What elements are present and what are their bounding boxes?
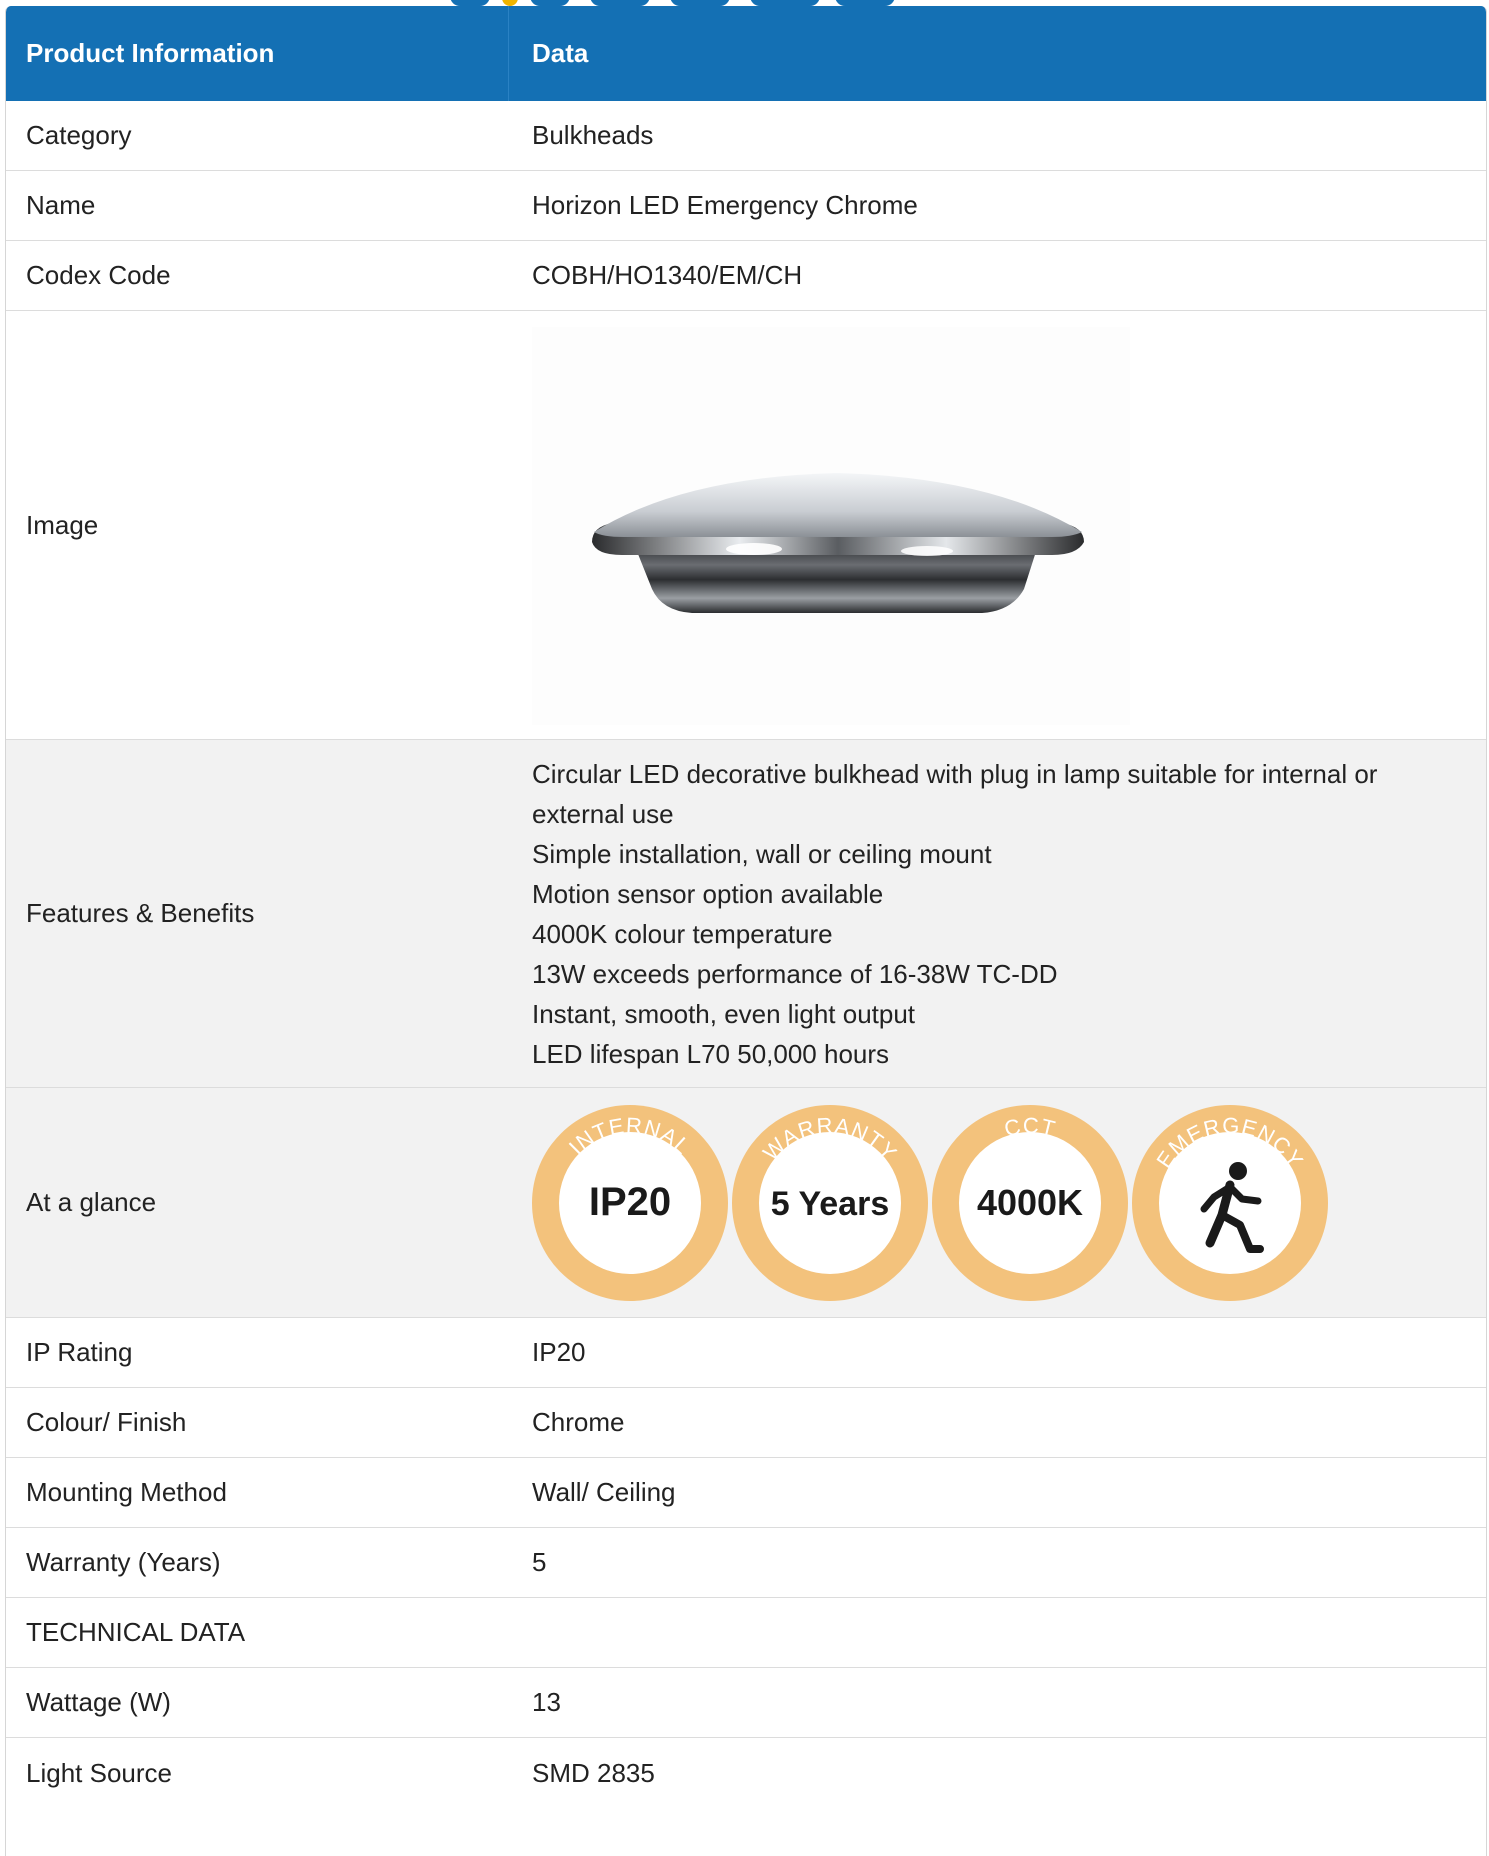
row-value-features: Circular LED decorative bulkhead with pl… xyxy=(509,740,1486,1087)
row-label: IP Rating xyxy=(26,1337,133,1367)
table-row-light-source: Light Source SMD 2835 xyxy=(6,1738,1486,1808)
badge-arc-text: CCT xyxy=(1002,1112,1058,1141)
product-photo xyxy=(532,327,1130,725)
badge-center-text: 5 Years xyxy=(771,1185,890,1223)
table-row-at-a-glance: At a glance INTERNAL IP20 WARRANTY 5 Yea… xyxy=(6,1088,1486,1318)
feature-item: 13W exceeds performance of 16-38W TC-DD xyxy=(532,958,1058,989)
row-value: SMD 2835 xyxy=(532,1757,655,1788)
row-value-badges: INTERNAL IP20 WARRANTY 5 Years CCT 4000K… xyxy=(509,1088,1486,1317)
row-label: Colour/ Finish xyxy=(26,1407,187,1437)
row-label: Warranty (Years) xyxy=(26,1547,221,1577)
feature-item: external use xyxy=(532,798,674,829)
row-value: 5 xyxy=(532,1547,547,1577)
row-label: Wattage (W) xyxy=(26,1687,171,1717)
table-row-colour-finish: Colour/ Finish Chrome xyxy=(6,1388,1486,1458)
badge-internal-ip20: INTERNAL IP20 xyxy=(532,1104,728,1301)
row-value: Horizon LED Emergency Chrome xyxy=(532,190,918,220)
feature-item: Circular LED decorative bulkhead with pl… xyxy=(532,758,1378,789)
badge-warranty: WARRANTY 5 Years xyxy=(732,1104,928,1301)
table-header-row: Product Information Data xyxy=(6,6,1486,101)
row-value: Wall/ Ceiling xyxy=(532,1477,676,1507)
chrome-bulkhead-image xyxy=(592,473,1084,613)
table-row-name: Name Horizon LED Emergency Chrome xyxy=(6,171,1486,241)
badge-group: INTERNAL IP20 WARRANTY 5 Years CCT 4000K… xyxy=(530,1103,1330,1303)
row-value-empty xyxy=(509,1598,1486,1667)
row-label: Mounting Method xyxy=(26,1477,227,1507)
table-row-warranty: Warranty (Years) 5 xyxy=(6,1528,1486,1598)
row-label: Features & Benefits xyxy=(26,898,255,928)
row-value-image xyxy=(509,311,1486,739)
table-row-ip-rating: IP Rating IP20 xyxy=(6,1318,1486,1388)
badge-cct: CCT 4000K xyxy=(932,1104,1128,1301)
feature-item: LED lifespan L70 50,000 hours xyxy=(532,1038,890,1069)
row-value: IP20 xyxy=(532,1337,586,1367)
table-row-wattage: Wattage (W) 13 xyxy=(6,1668,1486,1738)
feature-item: Simple installation, wall or ceiling mou… xyxy=(532,838,992,869)
feature-item: Motion sensor option available xyxy=(532,878,884,909)
table-row-mounting-method: Mounting Method Wall/ Ceiling xyxy=(6,1458,1486,1528)
column-header-product-information: Product Information xyxy=(6,6,509,101)
column-header-data: Data xyxy=(532,38,589,68)
row-label: Light Source xyxy=(26,1757,172,1788)
page: Product Information Data Category Bulkhe… xyxy=(0,0,1489,1856)
row-label: Image xyxy=(26,509,99,540)
features-list: Circular LED decorative bulkhead with pl… xyxy=(532,754,1417,1074)
badge-emergency: EMERGENCY xyxy=(1132,1104,1328,1301)
table-row-codex-code: Codex Code COBH/HO1340/EM/CH xyxy=(6,241,1486,311)
feature-item: 4000K colour temperature xyxy=(532,918,833,949)
product-info-table: Product Information Data Category Bulkhe… xyxy=(5,6,1487,1856)
row-label: Codex Code xyxy=(26,260,171,290)
table-row-features: Features & Benefits Circular LED decorat… xyxy=(6,740,1486,1088)
svg-text:CCT: CCT xyxy=(1002,1112,1059,1141)
table-row-technical-data: TECHNICAL DATA xyxy=(6,1598,1486,1668)
table-row-category: Category Bulkheads xyxy=(6,101,1486,171)
row-value: 13 xyxy=(532,1687,561,1717)
badge-center-text: IP20 xyxy=(589,1180,671,1224)
table-row-image: Image xyxy=(6,311,1486,740)
row-label: At a glance xyxy=(26,1187,157,1217)
row-value: Bulkheads xyxy=(532,120,654,150)
row-value: COBH/HO1340/EM/CH xyxy=(532,260,803,290)
badge-center-text: 4000K xyxy=(977,1182,1083,1223)
row-label: Name xyxy=(26,190,96,220)
row-label: Category xyxy=(26,120,132,150)
section-label: TECHNICAL DATA xyxy=(26,1617,246,1647)
feature-item: Instant, smooth, even light output xyxy=(532,998,916,1029)
row-value: Chrome xyxy=(532,1407,625,1437)
